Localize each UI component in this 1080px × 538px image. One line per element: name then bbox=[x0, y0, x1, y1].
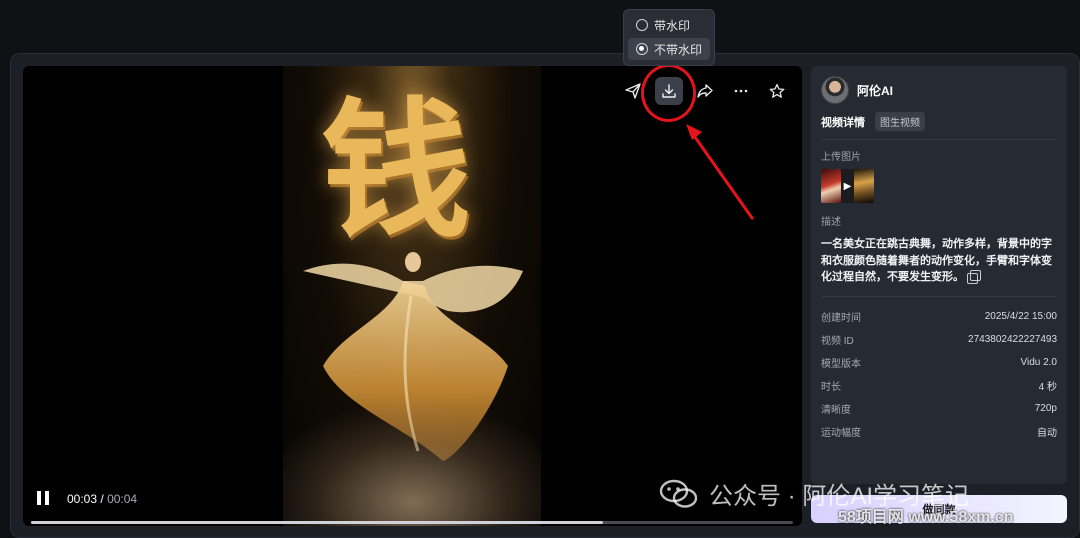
info-row-model: 模型版本 Vidu 2.0 bbox=[821, 351, 1057, 374]
option-with-watermark[interactable]: 带水印 bbox=[628, 14, 710, 36]
info-key: 时长 bbox=[821, 381, 841, 393]
avatar[interactable] bbox=[821, 76, 849, 104]
current-time: 00:03 bbox=[67, 492, 98, 506]
info-key: 清晰度 bbox=[821, 404, 851, 416]
annotation-arrow-icon bbox=[686, 124, 754, 220]
pause-icon[interactable] bbox=[35, 490, 53, 508]
time-separator: / bbox=[100, 492, 104, 506]
video-frame: 钱 bbox=[283, 66, 541, 526]
description-text: 一名美女正在跳古典舞，动作多样，背景中的字和衣服颜色随着舞者的动作变化，手臂和字… bbox=[821, 238, 1052, 283]
desc-label: 描述 bbox=[821, 217, 841, 228]
star-icon[interactable] bbox=[763, 77, 791, 105]
info-row-duration: 时长 4 秒 bbox=[821, 374, 1057, 397]
info-value: Vidu 2.0 bbox=[1020, 356, 1057, 368]
username[interactable]: 阿伦AI bbox=[857, 82, 893, 99]
tab-video-details[interactable]: 视频详情 bbox=[821, 114, 865, 130]
description: 一名美女正在跳古典舞，动作多样，背景中的字和衣服颜色随着舞者的动作变化，手臂和字… bbox=[821, 236, 1057, 286]
copy-icon[interactable] bbox=[967, 270, 981, 284]
info-row-created: 创建时间 2025/4/22 15:00 bbox=[821, 305, 1057, 328]
divider bbox=[821, 295, 1057, 297]
highlight-circle bbox=[641, 64, 696, 122]
info-value: 720p bbox=[1034, 402, 1057, 414]
uploaded-thumb[interactable] bbox=[854, 169, 874, 203]
radio-selected-icon bbox=[636, 43, 648, 55]
site-watermark: 58项目网 www.58xm.cn bbox=[838, 509, 1014, 526]
info-value: 2743802422227493 bbox=[968, 333, 1057, 345]
info-key: 运动幅度 bbox=[821, 427, 861, 439]
upload-label: 上传图片 bbox=[821, 152, 861, 163]
option-label: 不带水印 bbox=[654, 42, 703, 57]
radio-icon bbox=[636, 19, 648, 31]
duration: 00:04 bbox=[107, 492, 138, 506]
time-display: 00:03 / 00:04 bbox=[67, 492, 137, 506]
more-icon[interactable] bbox=[727, 77, 755, 105]
uploaded-images: ▶ bbox=[821, 169, 1057, 203]
info-key: 创建时间 bbox=[821, 312, 861, 324]
progress-fill bbox=[31, 521, 603, 524]
details-panel: 阿伦AI 视频详情 图生视频 上传图片 ▶ 描述 一名美女正在跳古典舞，动作多样… bbox=[811, 66, 1067, 484]
info-list: 创建时间 2025/4/22 15:00 视频 ID 274380242222749… bbox=[821, 305, 1057, 443]
info-key: 视频 ID bbox=[821, 335, 854, 347]
play-arrow-icon: ▶ bbox=[841, 169, 854, 203]
info-value: 4 秒 bbox=[1038, 381, 1057, 393]
wechat-icon bbox=[659, 479, 699, 509]
user-info: 阿伦AI bbox=[821, 76, 1057, 104]
progress-bar[interactable] bbox=[31, 521, 793, 524]
option-without-watermark[interactable]: 不带水印 bbox=[628, 38, 710, 60]
detail-tabs: 视频详情 图生视频 bbox=[821, 112, 1057, 131]
app-window: 钱 带水印 不带水印 00:03 / 00:04 阿伦AI 视频详情 图生视频 … bbox=[0, 0, 1080, 538]
mode-tag: 图生视频 bbox=[875, 112, 925, 131]
info-key: 模型版本 bbox=[821, 358, 861, 370]
info-row-motion: 运动幅度 自动 bbox=[821, 420, 1057, 443]
divider bbox=[821, 139, 1057, 140]
uploaded-thumb[interactable] bbox=[821, 169, 841, 203]
download-options-menu: 带水印 不带水印 bbox=[623, 9, 715, 66]
info-row-resolution: 清晰度 720p bbox=[821, 397, 1057, 420]
info-value: 自动 bbox=[1037, 427, 1057, 439]
info-value: 2025/4/22 15:00 bbox=[984, 310, 1057, 322]
info-row-video-id: 视频 ID 2743802422227493 bbox=[821, 328, 1057, 351]
option-label: 带水印 bbox=[654, 18, 691, 33]
